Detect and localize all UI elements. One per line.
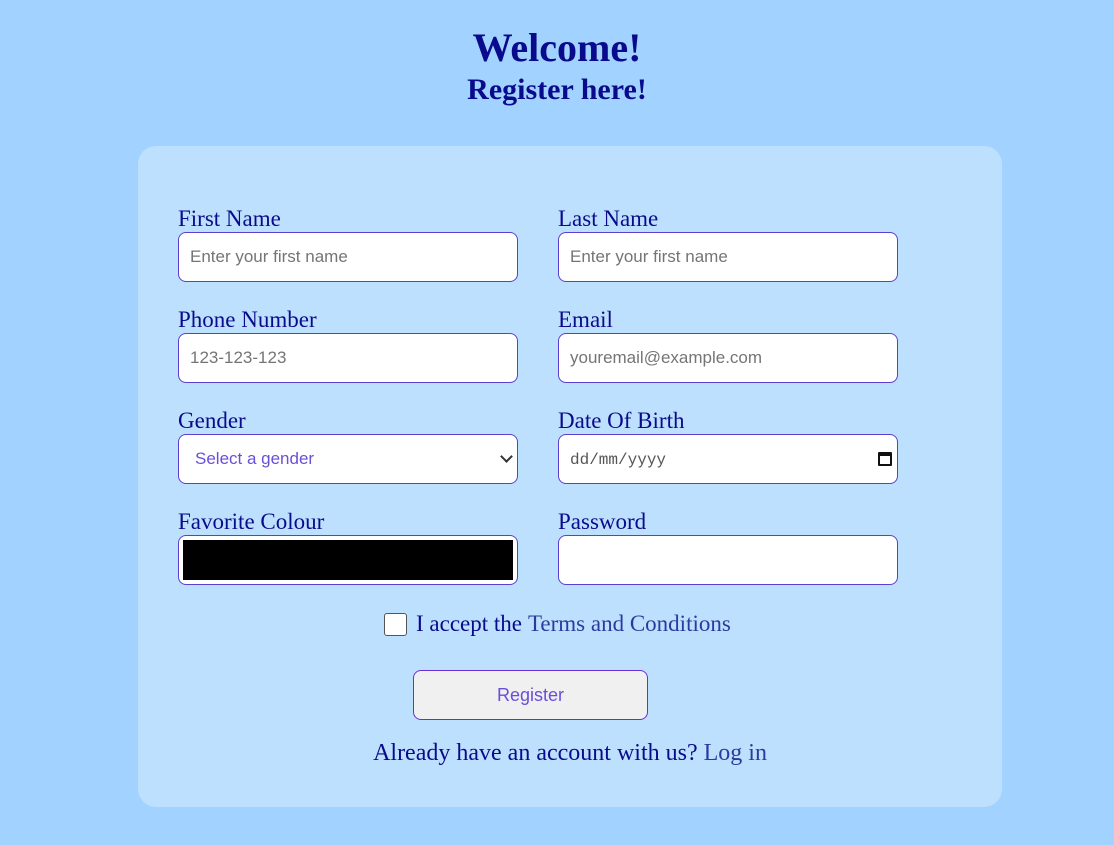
phone-number-input[interactable]: 123-123-123 bbox=[178, 333, 518, 383]
calendar-icon[interactable] bbox=[878, 452, 892, 466]
login-prompt-text: Already have an account with us? bbox=[373, 740, 698, 766]
last-name-field: Last Name Enter your first name bbox=[558, 206, 898, 282]
gender-field: Gender Select a gender bbox=[178, 408, 518, 484]
password-field: Password bbox=[558, 509, 898, 585]
last-name-input[interactable]: Enter your first name bbox=[558, 232, 898, 282]
login-prompt: Already have an account with us? Log in bbox=[138, 738, 1002, 768]
login-link[interactable]: Log in bbox=[704, 740, 767, 766]
register-button[interactable]: Register bbox=[413, 670, 648, 720]
favorite-colour-field: Favorite Colour bbox=[178, 509, 518, 585]
date-of-birth-placeholder: dd/mm/yyyy bbox=[570, 451, 667, 469]
gender-select[interactable]: Select a gender bbox=[178, 434, 518, 484]
page-subtitle: Register here! bbox=[467, 73, 647, 106]
chevron-down-icon bbox=[500, 450, 513, 463]
colour-swatch bbox=[183, 540, 513, 580]
registration-form-card: First Name Enter your first name Last Na… bbox=[138, 146, 1002, 807]
first-name-placeholder: Enter your first name bbox=[190, 247, 348, 266]
password-label: Password bbox=[558, 509, 647, 534]
terms-text: I accept the bbox=[416, 611, 522, 636]
first-name-label: First Name bbox=[178, 206, 281, 231]
terms-link[interactable]: Terms and Conditions bbox=[528, 611, 731, 637]
email-input[interactable]: youremail@example.com bbox=[558, 333, 898, 383]
password-input[interactable] bbox=[558, 535, 898, 585]
date-of-birth-input[interactable]: dd/mm/yyyy bbox=[558, 434, 898, 484]
first-name-input[interactable]: Enter your first name bbox=[178, 232, 518, 282]
favorite-colour-picker[interactable] bbox=[178, 535, 518, 585]
gender-selected-value: Select a gender bbox=[195, 449, 315, 468]
first-name-field: First Name Enter your first name bbox=[178, 206, 518, 282]
date-of-birth-field: Date Of Birth dd/mm/yyyy bbox=[558, 408, 898, 484]
favorite-colour-label: Favorite Colour bbox=[178, 509, 325, 534]
phone-number-placeholder: 123-123-123 bbox=[190, 348, 287, 367]
terms-checkbox[interactable] bbox=[384, 612, 407, 636]
page-title: Welcome! bbox=[472, 25, 642, 70]
gender-label: Gender bbox=[178, 408, 246, 433]
phone-number-field: Phone Number 123-123-123 bbox=[178, 307, 518, 383]
last-name-label: Last Name bbox=[558, 206, 659, 231]
email-placeholder: youremail@example.com bbox=[570, 348, 763, 367]
terms-row: I accept the Terms and Conditions bbox=[384, 610, 731, 638]
phone-number-label: Phone Number bbox=[178, 307, 317, 332]
email-field: Email youremail@example.com bbox=[558, 307, 898, 383]
page-header: Welcome! Register here! bbox=[0, 24, 1114, 108]
email-label: Email bbox=[558, 307, 613, 332]
last-name-placeholder: Enter your first name bbox=[570, 247, 728, 266]
date-of-birth-label: Date Of Birth bbox=[558, 408, 685, 433]
